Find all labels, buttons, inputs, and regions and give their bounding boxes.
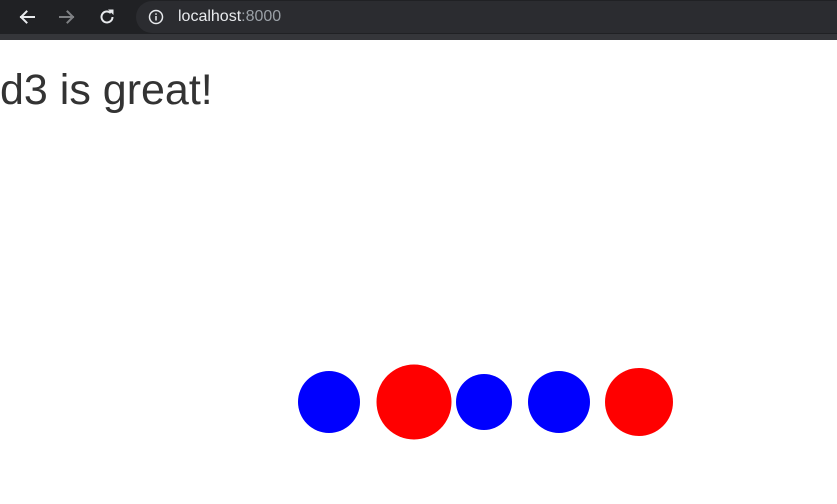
address-bar[interactable]: localhost:8000	[136, 1, 837, 33]
back-arrow-icon	[19, 10, 35, 24]
circle-1	[298, 371, 360, 433]
url-text[interactable]: localhost:8000	[178, 8, 281, 26]
browser-toolbar: localhost:8000	[0, 0, 837, 40]
circles-canvas	[298, 364, 673, 440]
reload-button[interactable]	[94, 4, 120, 30]
forward-button[interactable]	[54, 4, 80, 30]
info-icon[interactable]	[148, 9, 164, 25]
circle-4	[528, 371, 590, 433]
page-content: d3 is great!	[0, 40, 837, 504]
forward-arrow-icon	[59, 10, 75, 24]
reload-icon	[100, 9, 114, 24]
url-host: localhost	[178, 8, 242, 25]
back-button[interactable]	[14, 4, 40, 30]
circle-2	[376, 364, 452, 440]
url-port: :8000	[241, 8, 282, 25]
circle-3	[456, 374, 512, 430]
circle-5	[605, 368, 673, 436]
